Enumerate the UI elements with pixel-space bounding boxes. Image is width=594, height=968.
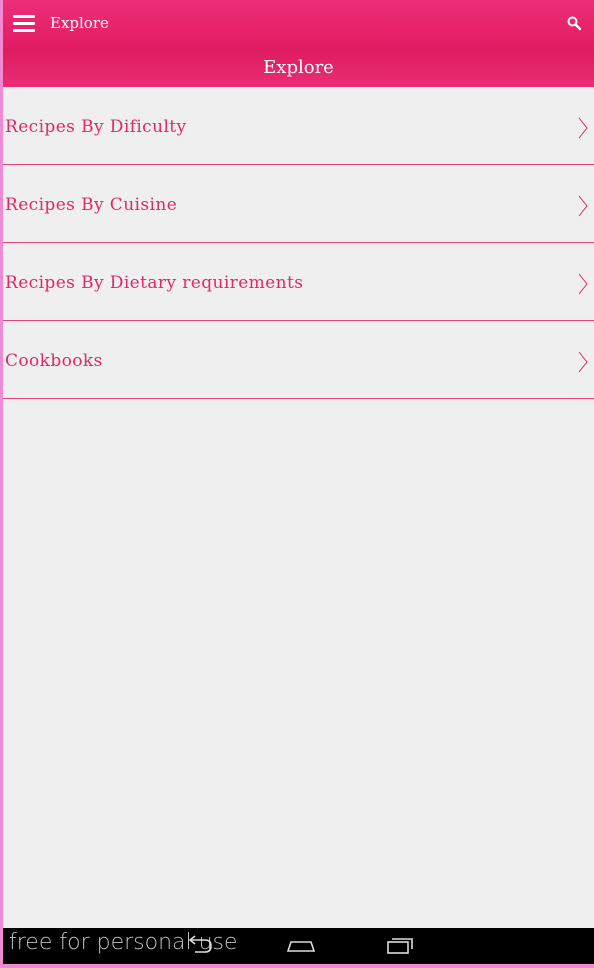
back-icon[interactable]: [183, 934, 215, 956]
list-item-label: Recipes By Dificulty: [5, 117, 187, 137]
list-item-recipes-by-dietary[interactable]: Recipes By Dietary requirements: [3, 243, 594, 321]
section-header: Explore: [3, 48, 594, 87]
chevron-right-icon: [578, 351, 588, 373]
hamburger-menu-icon[interactable]: [13, 15, 35, 33]
list-item-cookbooks[interactable]: Cookbooks: [3, 321, 594, 399]
list-item-recipes-by-difficulty[interactable]: Recipes By Dificulty: [3, 87, 594, 165]
explore-list: Recipes By Dificulty Recipes By Cuisine …: [3, 87, 594, 399]
list-item-label: Recipes By Dietary requirements: [5, 273, 304, 293]
chevron-right-icon: [578, 195, 588, 217]
list-item-label: Cookbooks: [5, 351, 103, 371]
chevron-right-icon: [578, 117, 588, 139]
chevron-right-icon: [578, 273, 588, 295]
home-icon[interactable]: [285, 934, 317, 956]
app-screen: Explore Explore Recipes By Dificulty Rec…: [3, 0, 594, 928]
list-item-recipes-by-cuisine[interactable]: Recipes By Cuisine: [3, 165, 594, 243]
system-navigation-bar: free for personal use: [3, 928, 594, 964]
list-item-label: Recipes By Cuisine: [5, 195, 178, 215]
top-app-bar: Explore: [3, 0, 594, 48]
search-icon[interactable]: [566, 15, 582, 31]
recents-icon[interactable]: [384, 934, 416, 956]
app-bar-title: Explore: [50, 14, 109, 32]
